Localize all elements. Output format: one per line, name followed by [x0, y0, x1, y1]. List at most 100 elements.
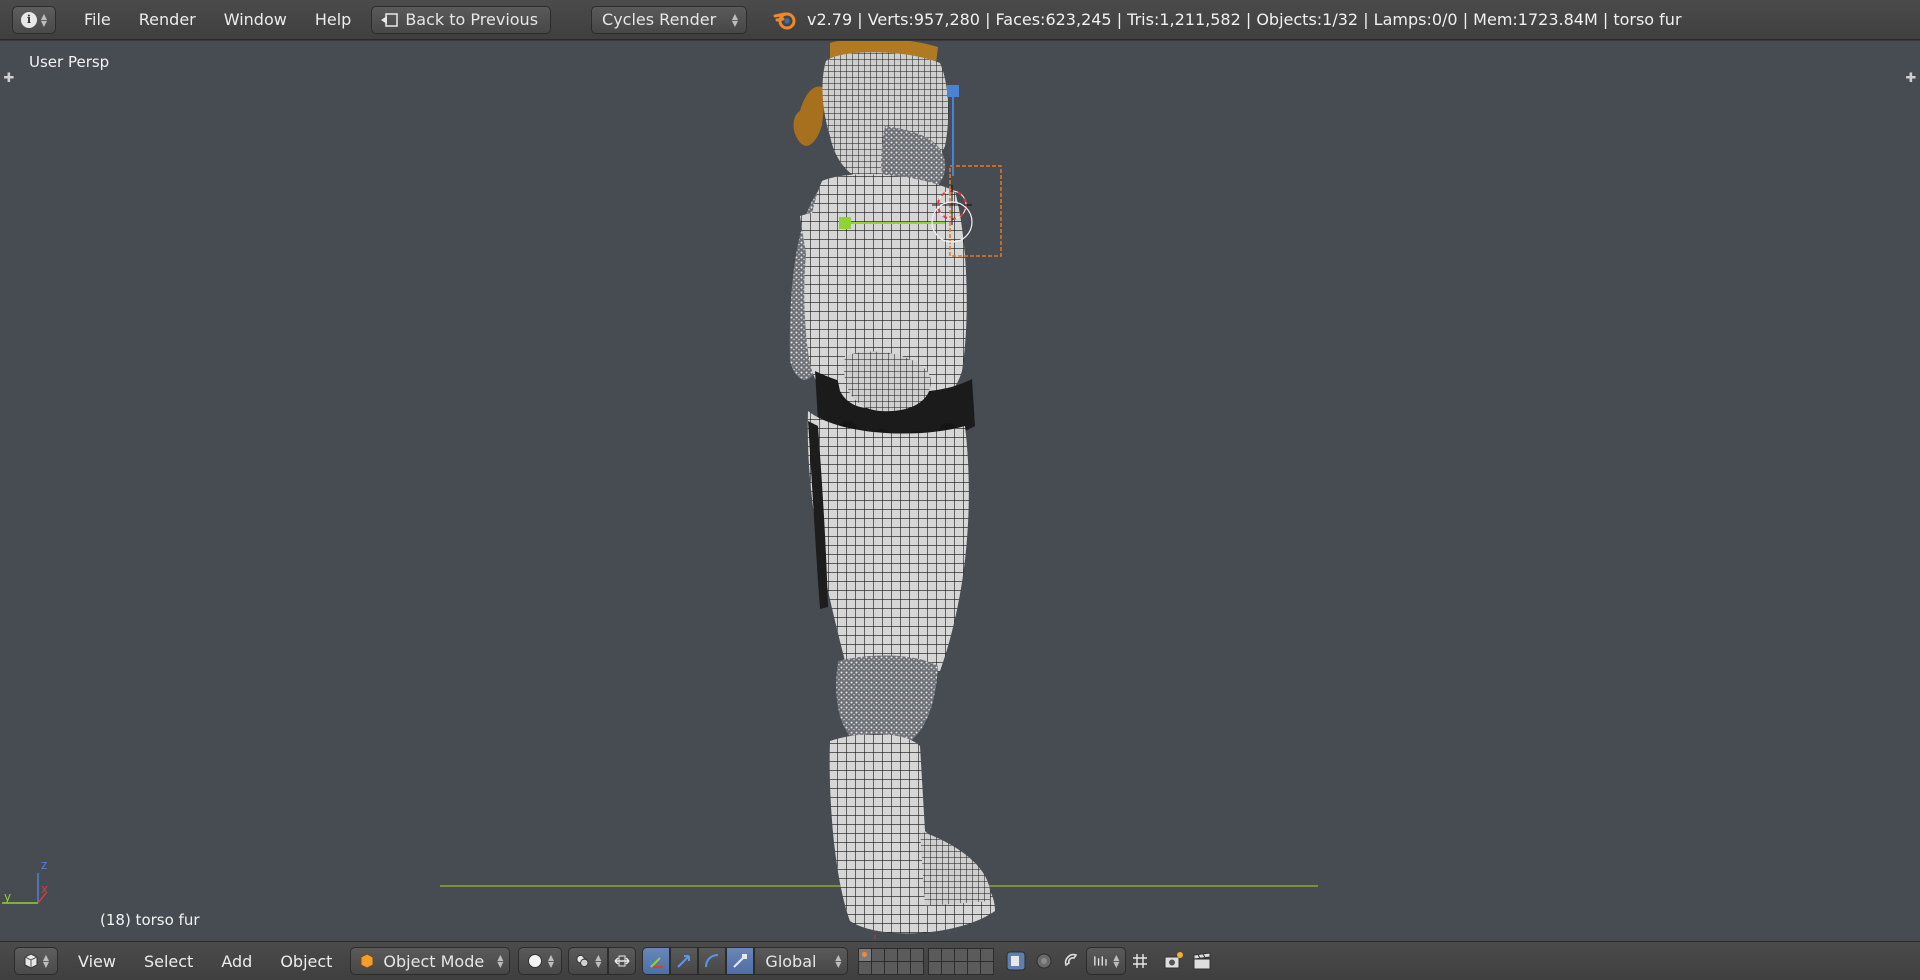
- scene-layers-group-1[interactable]: [858, 947, 925, 975]
- blender-logo-icon: [773, 12, 796, 29]
- 3d-viewport[interactable]: z y x User Persp ✚ ✚ (18) torso fur: [0, 41, 1920, 941]
- viewport-scene: z y x: [2, 41, 1318, 941]
- menu-view[interactable]: View: [64, 952, 130, 971]
- character-mesh: [789, 41, 995, 934]
- menu-help[interactable]: Help: [301, 10, 365, 29]
- menu-select[interactable]: Select: [130, 952, 207, 971]
- layer-14[interactable]: [898, 961, 911, 974]
- object-mode-icon: [360, 953, 374, 969]
- layer-11[interactable]: [859, 961, 872, 974]
- interaction-mode-label: Object Mode: [383, 951, 485, 971]
- pivot-point-icon: [576, 954, 589, 968]
- translate-arrow-icon: [677, 955, 691, 968]
- transform-orientation-label: Global: [765, 951, 817, 971]
- solid-shading-icon: [527, 954, 542, 968]
- menu-object[interactable]: Object: [266, 952, 346, 971]
- proportional-edit-icon: [1036, 953, 1052, 969]
- layer-9[interactable]: [968, 948, 981, 961]
- manipulate-center-toggle[interactable]: [608, 947, 637, 975]
- y-axis-handle: [839, 217, 851, 229]
- viewport-shading-select[interactable]: ▲ ▼: [518, 947, 563, 975]
- layer-13[interactable]: [885, 961, 898, 974]
- lock-camera-layers-button[interactable]: [1002, 947, 1030, 975]
- layer-10[interactable]: [981, 948, 994, 961]
- z-axis-handle: [947, 85, 959, 97]
- info-icon: i: [20, 11, 37, 28]
- updown-arrows-icon: ▲ ▼: [835, 953, 842, 969]
- layer-15[interactable]: [911, 961, 924, 974]
- back-arrow-icon: [381, 12, 399, 27]
- updown-arrows-icon: ▲ ▼: [547, 953, 554, 969]
- layer-6[interactable]: [929, 948, 942, 961]
- snap-target-button[interactable]: [1126, 947, 1154, 975]
- transform-manipulator-toggle[interactable]: [642, 947, 671, 975]
- boots: [829, 734, 995, 934]
- layer-18[interactable]: [955, 961, 968, 974]
- editor-type-selector[interactable]: ▲ ▼: [14, 947, 58, 975]
- layer-17[interactable]: [942, 961, 955, 974]
- menu-window[interactable]: Window: [210, 10, 301, 29]
- expand-properties-icon[interactable]: ✚: [1904, 71, 1918, 86]
- snap-toggle-button[interactable]: [1058, 947, 1086, 975]
- scene-statistics: v2.79 | Verts:957,280 | Faces:623,245 | …: [807, 10, 1682, 29]
- hair: [793, 86, 826, 146]
- axis-navigator: z y x: [2, 858, 48, 904]
- interaction-mode-select[interactable]: Object Mode ▲ ▼: [350, 947, 511, 975]
- view-perspective-label: User Persp: [29, 53, 110, 71]
- updown-arrows-icon: ▲ ▼: [497, 953, 504, 969]
- snap-grid-icon: [1133, 954, 1148, 968]
- scale-handle-icon: [733, 954, 748, 968]
- layer-7[interactable]: [942, 948, 955, 961]
- pivot-point-select[interactable]: ▲ ▼: [568, 947, 609, 975]
- layer-4[interactable]: [898, 948, 911, 961]
- snap-element-select[interactable]: ▲ ▼: [1086, 947, 1127, 975]
- manipulate-center-icon: [614, 955, 630, 967]
- scene-layers-group-2[interactable]: [928, 947, 995, 975]
- opengl-render-button[interactable]: [1160, 947, 1188, 975]
- translate-manipulator-button[interactable]: [670, 947, 699, 975]
- layer-2[interactable]: [872, 948, 885, 961]
- layer-3[interactable]: [885, 948, 898, 961]
- snap-increment-icon: [1094, 956, 1108, 966]
- transform-orientation-select[interactable]: Global ▲ ▼: [754, 947, 849, 975]
- boot-toe: [920, 831, 991, 906]
- layer-1[interactable]: [859, 948, 872, 961]
- legs: [807, 411, 969, 681]
- proportional-editing-button[interactable]: [1030, 947, 1058, 975]
- menu-file[interactable]: File: [70, 10, 125, 29]
- menu-render[interactable]: Render: [125, 10, 210, 29]
- info-header: i ▲ ▼ File Render Window Help Back to Pre…: [0, 0, 1920, 40]
- rotate-arc-icon: [705, 954, 719, 968]
- axis-x-label: x: [41, 882, 48, 896]
- axis-z-label: z: [41, 858, 47, 872]
- magnet-icon: [1065, 953, 1078, 967]
- layer-8[interactable]: [955, 948, 968, 961]
- 3d-view-header: ▲ ▼ View Select Add Object Object Mode ▲ ▼…: [0, 941, 1920, 980]
- back-to-previous-button[interactable]: Back to Previous: [371, 5, 552, 34]
- render-camera-icon: [1164, 952, 1184, 969]
- layer-20[interactable]: [981, 961, 994, 974]
- layer-19[interactable]: [968, 961, 981, 974]
- render-engine-label: Cycles Render: [602, 10, 717, 29]
- updown-arrows-icon: ▲ ▼: [595, 953, 602, 969]
- rotate-manipulator-button[interactable]: [698, 947, 727, 975]
- layer-5[interactable]: [911, 948, 924, 961]
- editor-type-selector[interactable]: i ▲ ▼: [12, 5, 56, 34]
- layer-lock-icon: [1006, 951, 1026, 971]
- axis-y-label: y: [4, 890, 11, 904]
- layer-12[interactable]: [872, 961, 885, 974]
- back-to-previous-label: Back to Previous: [405, 10, 539, 29]
- active-object-info: (18) torso fur: [100, 911, 200, 929]
- render-engine-select[interactable]: Cycles Render ▲ ▼: [591, 5, 748, 34]
- opengl-animation-button[interactable]: [1188, 947, 1216, 975]
- updown-arrows-icon: ▲ ▼: [1113, 953, 1120, 969]
- layer-16[interactable]: [929, 961, 942, 974]
- updown-arrows-icon: ▲ ▼: [40, 11, 48, 28]
- manipulator-axes-icon: [650, 955, 664, 968]
- updown-arrows-icon: ▲ ▼: [42, 953, 50, 969]
- cube-icon: [24, 953, 38, 969]
- menu-add[interactable]: Add: [207, 952, 266, 971]
- expand-toolshelf-icon[interactable]: ✚: [2, 71, 16, 86]
- updown-arrows-icon: ▲ ▼: [731, 11, 739, 28]
- scale-manipulator-button[interactable]: [726, 947, 755, 975]
